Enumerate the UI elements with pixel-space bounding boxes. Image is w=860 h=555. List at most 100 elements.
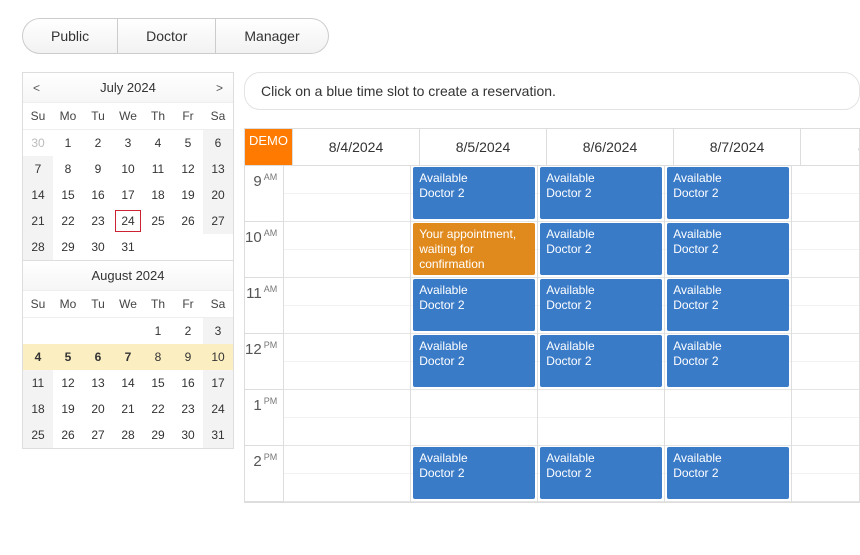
slot-available[interactable]: AvailableDoctor 2 [667,447,789,499]
minical-day[interactable]: 24 [113,208,143,234]
minical-day[interactable]: 24 [203,396,233,422]
minical-day[interactable]: 3 [203,318,233,345]
slot-available[interactable]: AvailableDoctor 2 [667,223,789,275]
minical-day[interactable]: 21 [113,396,143,422]
minical-day[interactable]: 1 [53,130,83,157]
tab-doctor[interactable]: Doctor [118,18,216,54]
minical-day[interactable]: 19 [53,396,83,422]
minical-day[interactable]: 1 [143,318,173,345]
minical-day[interactable]: 11 [23,370,53,396]
slot-available[interactable]: AvailableDoctor 2 [413,335,535,387]
minical-day[interactable]: 29 [53,234,83,260]
minical-day[interactable]: 26 [173,208,203,234]
minical-day[interactable]: 4 [23,344,53,370]
weekday-label: We [113,291,143,318]
day-header[interactable]: 8/5/2024 [419,129,546,165]
slot-available[interactable]: AvailableDoctor 2 [667,335,789,387]
minical-day[interactable]: 23 [83,208,113,234]
minical-day[interactable]: 30 [83,234,113,260]
minical-day[interactable]: 9 [83,156,113,182]
minical-day[interactable]: 11 [143,156,173,182]
slot-available[interactable]: AvailableDoctor 2 [540,167,662,219]
minical-day[interactable]: 22 [53,208,83,234]
minical-day[interactable]: 28 [23,234,53,260]
minical-day[interactable]: 31 [113,234,143,260]
minical-day[interactable]: 5 [53,344,83,370]
minical-day[interactable]: 26 [53,422,83,448]
tab-manager[interactable]: Manager [216,18,328,54]
minical-day[interactable]: 12 [173,156,203,182]
minical-day[interactable]: 13 [83,370,113,396]
minical-day[interactable]: 15 [53,182,83,208]
minical-day[interactable]: 23 [173,396,203,422]
minical-day[interactable]: 27 [83,422,113,448]
minical-day[interactable]: 18 [23,396,53,422]
slot-pending[interactable]: Your appointment,waiting forconfirmation [413,223,535,275]
minical-day[interactable]: 6 [203,130,233,157]
minical-day[interactable]: 18 [143,182,173,208]
day-header[interactable]: 8/7/2024 [673,129,800,165]
minical-day[interactable]: 4 [143,130,173,157]
minical-day[interactable]: 20 [203,182,233,208]
minical-day[interactable]: 2 [83,130,113,157]
minical-day[interactable]: 27 [203,208,233,234]
minical-day[interactable]: 6 [83,344,113,370]
minical-day[interactable]: 8 [53,156,83,182]
minical-day[interactable]: 14 [23,182,53,208]
minical-day[interactable]: 25 [23,422,53,448]
minical-day[interactable]: 28 [113,422,143,448]
minical-day[interactable]: 17 [203,370,233,396]
minical-day[interactable]: 21 [23,208,53,234]
day-column[interactable] [791,166,860,502]
minical-day[interactable]: 10 [113,156,143,182]
day-column[interactable]: AvailableDoctor 2AvailableDoctor 2Availa… [537,166,664,502]
minical-day[interactable]: 19 [173,182,203,208]
minical-prev[interactable]: < [23,81,50,95]
day-header[interactable]: 8/ [800,129,860,165]
minical-day[interactable]: 13 [203,156,233,182]
tab-public[interactable]: Public [22,18,118,54]
minical-day[interactable]: 7 [113,344,143,370]
minical-day[interactable]: 29 [143,422,173,448]
minical-header: < July 2024 > [23,73,233,103]
minical-day[interactable]: 31 [203,422,233,448]
minical-title: August 2024 [91,268,164,283]
minical-day[interactable]: 12 [53,370,83,396]
day-header[interactable]: 8/4/2024 [292,129,419,165]
minical-day[interactable]: 30 [173,422,203,448]
slot-available[interactable]: AvailableDoctor 2 [667,279,789,331]
minical-day[interactable]: 25 [143,208,173,234]
minical-day[interactable]: 5 [173,130,203,157]
slot-available[interactable]: AvailableDoctor 2 [413,167,535,219]
weekday-label: Fr [173,103,203,130]
minical-day[interactable]: 10 [203,344,233,370]
minical-day[interactable]: 22 [143,396,173,422]
minical-day[interactable]: 16 [173,370,203,396]
hour-label: 2PM [245,446,283,502]
slot-available[interactable]: AvailableDoctor 2 [540,447,662,499]
minical-next[interactable]: > [206,81,233,95]
slot-available[interactable]: AvailableDoctor 2 [540,279,662,331]
minical-day[interactable]: 17 [113,182,143,208]
minical-day[interactable]: 20 [83,396,113,422]
minical-day[interactable]: 16 [83,182,113,208]
day-column[interactable]: AvailableDoctor 2Your appointment,waitin… [410,166,537,502]
slot-available[interactable]: AvailableDoctor 2 [667,167,789,219]
minical-day[interactable]: 8 [143,344,173,370]
slot-available[interactable]: AvailableDoctor 2 [413,279,535,331]
minical-day[interactable]: 9 [173,344,203,370]
slot-available[interactable]: AvailableDoctor 2 [413,447,535,499]
day-column[interactable] [283,166,410,502]
weekday-label: Su [23,103,53,130]
minical-day[interactable]: 30 [23,130,53,157]
day-header[interactable]: 8/6/2024 [546,129,673,165]
slot-available[interactable]: AvailableDoctor 2 [540,335,662,387]
minical-day[interactable]: 3 [113,130,143,157]
minical-day[interactable]: 2 [173,318,203,345]
minical-day[interactable]: 7 [23,156,53,182]
slot-available[interactable]: AvailableDoctor 2 [540,223,662,275]
minical-day[interactable]: 15 [143,370,173,396]
minical-day[interactable]: 14 [113,370,143,396]
day-column[interactable]: AvailableDoctor 2AvailableDoctor 2Availa… [664,166,791,502]
minical-title: July 2024 [100,80,156,95]
